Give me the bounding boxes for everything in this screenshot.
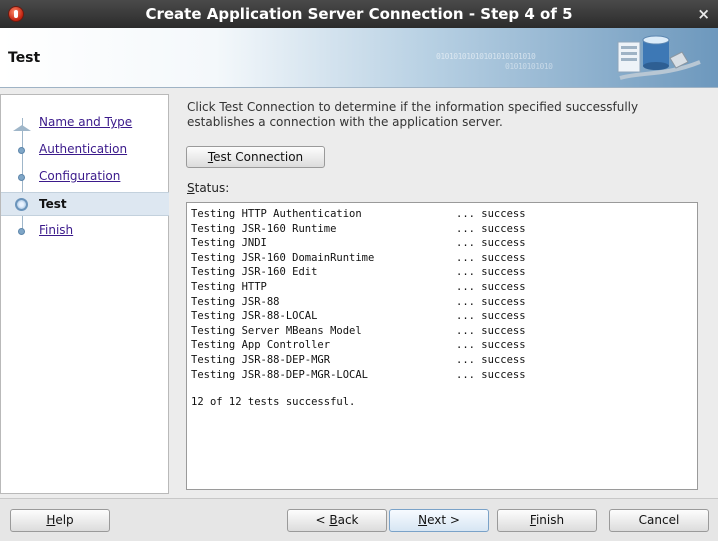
wizard-footer: Help < Back Next > Finish Cancel	[0, 498, 718, 541]
step-dot-icon	[18, 147, 25, 154]
step-dot-icon	[18, 228, 25, 235]
test-name: Testing JSR-88-DEP-MGR	[191, 353, 331, 366]
test-connection-button[interactable]: Test Connection	[186, 146, 325, 168]
test-name: Testing JNDI	[191, 237, 267, 250]
nav-step-configuration[interactable]: Configuration	[1, 165, 169, 189]
test-result: ... success	[456, 222, 526, 235]
test-result: ... success	[456, 368, 526, 381]
test-result: ... success	[456, 339, 526, 352]
test-result: ... success	[456, 353, 526, 366]
status-row: Testing JSR-88-LOCAL ... success	[191, 309, 691, 324]
status-row: Testing JSR-88-DEP-MGR-LOCAL ... success	[191, 368, 691, 383]
finish-button[interactable]: Finish	[497, 509, 597, 532]
window-title: Create Application Server Connection - S…	[145, 5, 573, 23]
test-name: Testing JSR-160 DomainRuntime	[191, 251, 375, 264]
test-name: Testing JSR-88-DEP-MGR-LOCAL	[191, 368, 369, 381]
page-title: Test	[8, 50, 41, 66]
mnemonic: B	[329, 513, 338, 527]
status-row: Testing JSR-160 DomainRuntime ... success	[191, 251, 691, 266]
status-row: Testing HTTP ... success	[191, 280, 691, 295]
help-button[interactable]: Help	[10, 509, 110, 532]
nav-step-label[interactable]: Name and Type	[39, 115, 132, 129]
status-row: Testing HTTP Authentication ... success	[191, 207, 691, 222]
button-label: est Connection	[213, 150, 304, 164]
status-row: Testing JSR-88-DEP-MGR ... success	[191, 353, 691, 368]
test-name: Testing HTTP	[191, 280, 267, 293]
step-arrow-icon	[13, 125, 31, 131]
button-label: ack	[337, 513, 359, 527]
nav-step-label[interactable]: Authentication	[39, 142, 127, 156]
test-result: ... success	[456, 324, 526, 337]
test-result: ... success	[456, 280, 526, 293]
status-row: Testing JSR-160 Edit ... success	[191, 265, 691, 280]
test-result: ... success	[456, 251, 526, 264]
server-icon	[617, 35, 701, 80]
test-name: Testing JSR-88-LOCAL	[191, 310, 318, 323]
nav-step-label[interactable]: Configuration	[39, 169, 120, 183]
status-label: Status:	[187, 181, 229, 195]
header-binary-text: 01010101010101010101010	[436, 52, 536, 61]
test-result: ... success	[456, 295, 526, 308]
wizard-header: Test 01010101010101010101010 01010101010	[0, 28, 718, 88]
test-result: ... success	[456, 237, 526, 250]
nav-step-test[interactable]: Test	[1, 192, 169, 216]
status-label-text: tatus:	[194, 181, 230, 195]
mnemonic: N	[418, 513, 428, 527]
test-result: ... success	[456, 266, 526, 279]
back-button[interactable]: < Back	[287, 509, 387, 532]
status-output[interactable]: Testing HTTP Authentication ... success T…	[186, 202, 698, 490]
intro-text: Click Test Connection to determine if th…	[187, 100, 639, 129]
nav-step-authentication[interactable]: Authentication	[1, 138, 169, 162]
header-binary-text-secondary: 01010101010	[505, 62, 553, 71]
status-row: Testing App Controller ... success	[191, 338, 691, 353]
button-label: ext >	[427, 513, 460, 527]
status-row: Testing JSR-160 Runtime ... success	[191, 222, 691, 237]
wizard-step-nav: Name and Type Authentication Configurati…	[0, 94, 169, 494]
next-button[interactable]: Next >	[389, 509, 489, 532]
test-result: ... success	[456, 310, 526, 323]
test-name: Testing JSR-160 Runtime	[191, 222, 337, 235]
test-name: Testing JSR-160 Edit	[191, 266, 318, 279]
nav-step-label: Test	[39, 197, 67, 211]
status-row: Testing JNDI ... success	[191, 236, 691, 251]
status-row: Testing JSR-88 ... success	[191, 295, 691, 310]
button-label: inish	[535, 513, 565, 527]
test-name: Testing HTTP Authentication	[191, 208, 362, 220]
status-lines: Testing HTTP Authentication ... success T…	[191, 207, 691, 382]
button-label: elp	[55, 513, 74, 527]
mnemonic: H	[46, 513, 56, 527]
test-name: Testing JSR-88	[191, 295, 280, 308]
test-name: Testing App Controller	[191, 339, 331, 352]
wizard-content: Name and Type Authentication Configurati…	[0, 88, 718, 498]
cancel-button[interactable]: Cancel	[609, 509, 709, 532]
mnemonic: S	[187, 181, 195, 195]
nav-step-name-and-type[interactable]: Name and Type	[1, 111, 169, 135]
step-dot-icon	[18, 174, 25, 181]
test-result: ... success	[456, 208, 526, 220]
close-icon[interactable]: ×	[697, 5, 710, 23]
nav-step-label[interactable]: Finish	[39, 223, 73, 237]
title-bar: Create Application Server Connection - S…	[0, 0, 718, 28]
test-summary: 12 of 12 tests successful.	[191, 396, 356, 408]
test-name: Testing Server MBeans Model	[191, 324, 362, 337]
status-row: Testing Server MBeans Model ... success	[191, 324, 691, 339]
button-label-prefix: <	[315, 513, 330, 527]
current-step-icon	[15, 198, 28, 211]
nav-step-finish[interactable]: Finish	[1, 219, 169, 243]
